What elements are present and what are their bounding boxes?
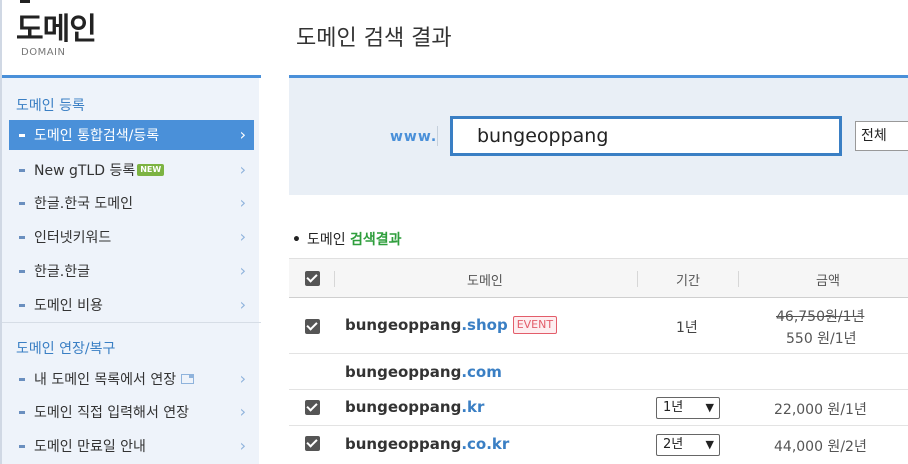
results-table-header: 도메인 기간 금액 <box>289 258 908 298</box>
sidebar-item-hangul-korea[interactable]: 한글.한국 도메인 › <box>2 188 254 218</box>
bullet-icon <box>19 444 25 448</box>
column-divider <box>738 271 739 287</box>
chevron-right-icon: › <box>239 295 246 314</box>
sidebar-item-renew-direct[interactable]: 도메인 직접 입력해서 연장 › <box>2 397 254 427</box>
price-text: 44,000 원/2년 <box>774 439 867 455</box>
chevron-right-icon: › <box>239 436 246 455</box>
results-heading: • 도메인 검색결과 <box>292 229 402 249</box>
sidebar-item-label: 도메인 통합검색/등록 <box>34 128 160 144</box>
domain-tld: .co.kr <box>461 435 510 453</box>
select-all-checkbox[interactable] <box>305 271 320 286</box>
page-title: 도메인 검색 결과 <box>296 26 452 51</box>
domain-label: bungeoppang <box>345 363 462 381</box>
bullet-icon <box>19 377 25 381</box>
table-row: bungeoppang.com <box>289 354 908 390</box>
sidebar-item-label: 인터넷키워드 <box>34 230 112 246</box>
domain-name: bungeoppang.kr <box>345 398 484 416</box>
sale-price: 550 원/1년 <box>786 331 857 347</box>
bullet-icon <box>19 133 25 137</box>
domain-search-input[interactable]: bungeoppang <box>450 116 842 156</box>
period-select[interactable]: 1년 ▼ <box>656 397 720 419</box>
bullet-icon <box>19 410 25 414</box>
domain-name: bungeoppang.com <box>345 363 502 381</box>
column-divider <box>637 271 638 287</box>
column-header-period: 기간 <box>676 274 700 289</box>
row-checkbox[interactable] <box>305 436 320 451</box>
www-prefix: www. <box>390 129 438 145</box>
row-checkbox[interactable] <box>305 400 320 415</box>
bullet-icon <box>19 235 25 239</box>
bullet-icon <box>19 168 25 172</box>
sidebar-item-new-gtld[interactable]: New gTLD 등록 NEW › <box>2 155 254 185</box>
column-divider <box>334 271 335 287</box>
sidebar-item-internet-keyword[interactable]: 인터넷키워드 › <box>2 222 254 252</box>
table-row: bungeoppang.kr 1년 ▼ 22,000 원/1년 <box>289 390 908 426</box>
results-heading-accent: 검색결과 <box>350 232 402 248</box>
original-price-text: 46,750원/1년 <box>776 309 865 325</box>
tld-scope-select[interactable]: 전체 <box>855 121 908 151</box>
domain-label: bungeoppang <box>345 316 462 334</box>
domain-tld: .shop <box>461 316 508 334</box>
sidebar-header: 도메인 DOMAIN <box>2 0 261 78</box>
search-separator <box>437 126 438 146</box>
sidebar-item-label: 도메인 만료일 안내 <box>34 439 146 455</box>
sidebar-item-label: 내 도메인 목록에서 연장 <box>34 372 177 388</box>
results-heading-prefix: 도메인 <box>306 232 346 248</box>
period-select[interactable]: 2년 ▼ <box>656 434 720 456</box>
sidebar-header-rule <box>2 75 261 78</box>
price-text: 22,000 원/1년 <box>774 402 867 418</box>
domain-label: bungeoppang <box>345 435 462 453</box>
sidebar: 도메인 DOMAIN 도메인 등록 도메인 통합검색/등록 › New gTLD… <box>0 0 261 464</box>
sidebar-title: 도메인 <box>16 12 97 47</box>
new-badge: NEW <box>137 164 165 176</box>
period-text: 1년 <box>676 320 698 336</box>
row-checkbox[interactable] <box>305 319 320 334</box>
logo-mark <box>20 0 30 3</box>
section-heading-renew: 도메인 연장/복구 <box>16 341 116 357</box>
popup-window-icon <box>181 374 195 384</box>
table-row: bungeoppang.shop EVENT 1년 46,750원/1년 550 … <box>289 298 908 354</box>
table-row: bungeoppang.co.kr 2년 ▼ 44,000 원/2년 <box>289 426 908 464</box>
sidebar-divider <box>2 322 261 323</box>
chevron-right-icon: › <box>239 369 246 388</box>
original-price: 46,750원/1년 <box>776 306 864 326</box>
domain-tld: .kr <box>461 398 485 416</box>
chevron-right-icon: › <box>239 261 246 280</box>
bullet-icon <box>19 201 25 205</box>
event-badge: EVENT <box>512 316 558 334</box>
domain-tld: .com <box>461 363 502 381</box>
sidebar-item-expiry-notice[interactable]: 도메인 만료일 안내 › <box>2 431 254 461</box>
sidebar-item-label: 한글.한국 도메인 <box>34 196 134 212</box>
domain-name: bungeoppang.co.kr <box>345 435 509 453</box>
chevron-down-icon: ▼ <box>705 401 714 414</box>
domain-name: bungeoppang.shop EVENT <box>345 316 558 334</box>
column-header-domain: 도메인 <box>467 274 503 289</box>
sidebar-item-domain-search[interactable]: 도메인 통합검색/등록 › <box>9 120 254 150</box>
domain-label: bungeoppang <box>345 398 462 416</box>
chevron-right-icon: › <box>239 193 246 212</box>
chevron-right-icon: › <box>239 125 246 144</box>
sidebar-item-hangul-hangul[interactable]: 한글.한글 › <box>2 256 254 286</box>
section-heading-register: 도메인 등록 <box>16 98 85 114</box>
sidebar-item-label: 한글.한글 <box>34 264 90 280</box>
search-panel: www. bungeoppang 전체 <box>289 75 908 195</box>
chevron-down-icon: ▼ <box>705 438 714 451</box>
chevron-right-icon: › <box>239 227 246 246</box>
sidebar-item-domain-cost[interactable]: 도메인 비용 › <box>2 290 254 320</box>
bullet-icon <box>19 303 25 307</box>
period-select-value: 1년 <box>663 400 684 415</box>
sidebar-item-label: 도메인 직접 입력해서 연장 <box>34 405 190 421</box>
period-select-value: 2년 <box>663 437 684 452</box>
sidebar-item-renew-from-list[interactable]: 내 도메인 목록에서 연장 › <box>2 364 254 394</box>
column-header-price: 금액 <box>816 274 840 289</box>
bullet-dot-icon: • <box>292 232 301 248</box>
bullet-icon <box>19 269 25 273</box>
sidebar-item-label: New gTLD 등록 <box>34 163 136 179</box>
sidebar-item-label: 도메인 비용 <box>34 298 103 314</box>
sidebar-subtitle: DOMAIN <box>21 47 66 58</box>
chevron-right-icon: › <box>239 160 246 179</box>
chevron-right-icon: › <box>239 402 246 421</box>
